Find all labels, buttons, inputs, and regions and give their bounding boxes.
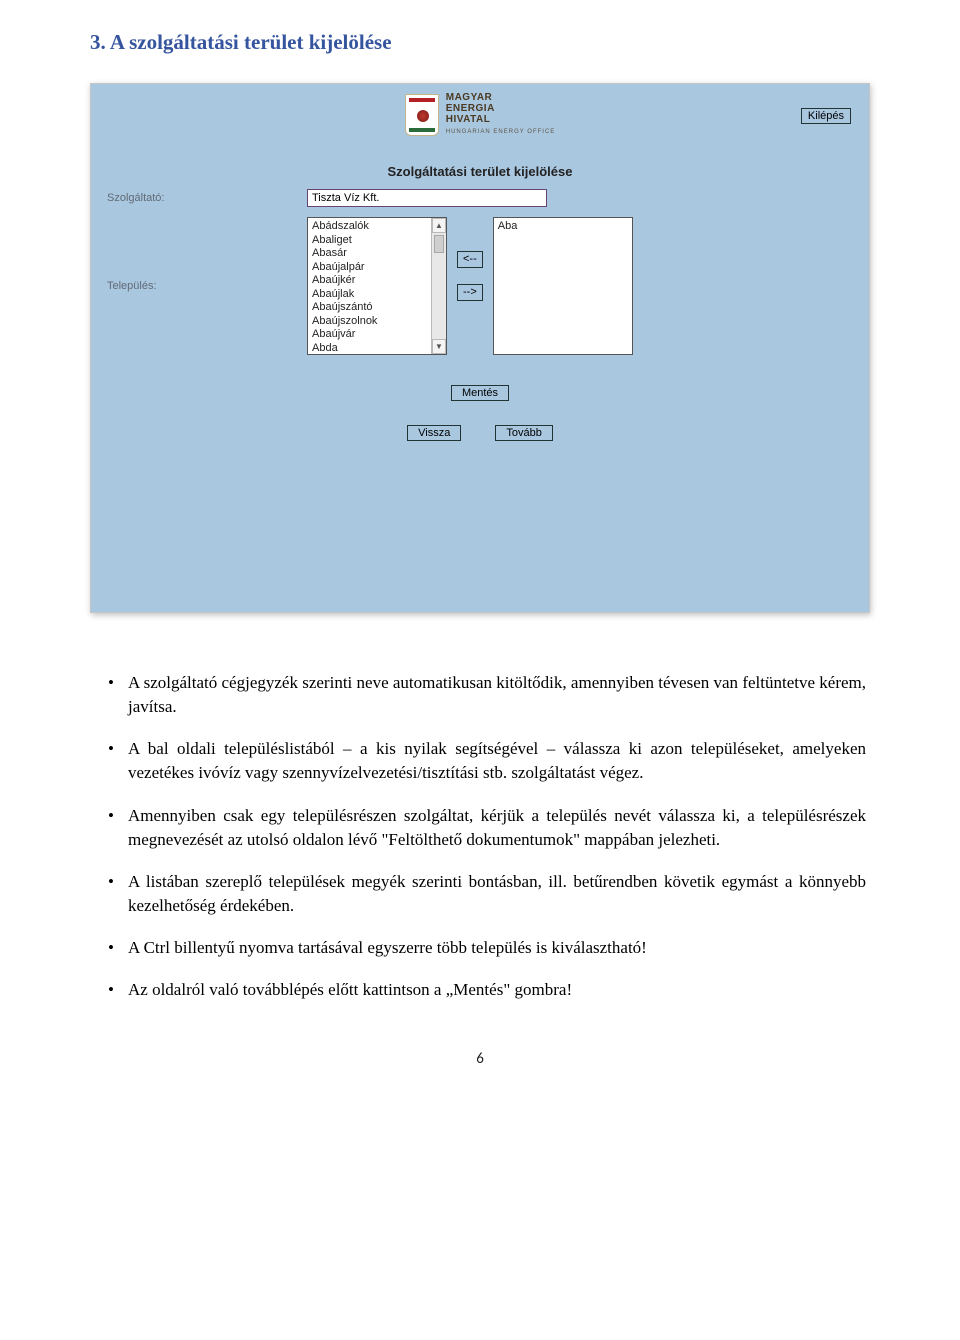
list-item[interactable]: Abaújlak (312, 288, 442, 302)
settlement-row: Település: Abádszalók Abaliget Abasár Ab… (107, 217, 853, 355)
bullets-section: A szolgáltató cégjegyzék szerinti neve a… (90, 671, 870, 1002)
list-item[interactable]: Abaújszántó (312, 301, 442, 315)
form-area: Szolgáltató: Település: Abádszalók Abali… (91, 179, 869, 441)
scroll-grip[interactable] (434, 235, 444, 253)
bullet-item: A Ctrl billentyű nyomva tartásával egysz… (128, 936, 866, 960)
transfer-widget: Abádszalók Abaliget Abasár Abaújalpár Ab… (307, 217, 633, 355)
bullet-item: A bal oldali településlistából – a kis n… (128, 737, 866, 785)
list-item[interactable]: Abaújkér (312, 274, 442, 288)
settlement-label: Település: (107, 280, 307, 292)
list-item[interactable]: Aba (498, 220, 628, 234)
scroll-up-icon[interactable]: ▲ (432, 218, 446, 233)
app-logo: MAGYAR ENERGIA HIVATAL HUNGARIAN ENERGY … (405, 92, 556, 138)
add-button[interactable]: --> (457, 284, 483, 301)
save-button[interactable]: Mentés (451, 385, 509, 401)
scrollbar[interactable]: ▲ ▼ (431, 218, 446, 354)
settlements-selected-items: Aba (494, 218, 632, 236)
settlements-source-items: Abádszalók Abaliget Abasár Abaújalpár Ab… (308, 218, 446, 355)
save-row: Mentés (107, 385, 853, 401)
list-item[interactable]: Abaliget (312, 234, 442, 248)
list-item[interactable]: Abasár (312, 247, 442, 261)
bullet-item: Az oldalról való továbblépés előtt katti… (128, 978, 866, 1002)
list-item[interactable]: Abádszalók (312, 220, 442, 234)
exit-button[interactable]: Kilépés (801, 108, 851, 124)
list-item[interactable]: Abaújalpár (312, 261, 442, 275)
provider-row: Szolgáltató: (107, 189, 853, 207)
provider-input[interactable] (307, 189, 547, 207)
nav-row: Vissza Tovább (107, 425, 853, 441)
settlements-source-list[interactable]: Abádszalók Abaliget Abasár Abaújalpár Ab… (307, 217, 447, 355)
app-window: MAGYAR ENERGIA HIVATAL HUNGARIAN ENERGY … (90, 83, 870, 613)
bullet-item: A listában szereplő települések megyék s… (128, 870, 866, 918)
back-button[interactable]: Vissza (407, 425, 461, 441)
transfer-buttons: <-- --> (457, 217, 483, 301)
page-number: 6 (90, 1050, 870, 1068)
scroll-down-icon[interactable]: ▼ (432, 339, 446, 354)
bullet-item: A szolgáltató cégjegyzék szerinti neve a… (128, 671, 866, 719)
list-item[interactable]: Abaújszolnok (312, 315, 442, 329)
settlements-selected-list[interactable]: Aba (493, 217, 633, 355)
hungary-crest-icon (405, 94, 439, 136)
page-title: Szolgáltatási terület kijelölése (91, 164, 869, 179)
provider-label: Szolgáltató: (107, 189, 307, 204)
next-button[interactable]: Tovább (495, 425, 552, 441)
section-heading: 3. A szolgáltatási terület kijelölése (90, 30, 870, 55)
remove-button[interactable]: <-- (457, 251, 483, 268)
list-item[interactable]: Abaújvár (312, 328, 442, 342)
list-item[interactable]: Abda (312, 342, 442, 356)
logo-text: MAGYAR ENERGIA HIVATAL HUNGARIAN ENERGY … (446, 92, 556, 138)
bullet-item: Amennyiben csak egy településrészen szol… (128, 804, 866, 852)
app-topbar: MAGYAR ENERGIA HIVATAL HUNGARIAN ENERGY … (91, 84, 869, 162)
